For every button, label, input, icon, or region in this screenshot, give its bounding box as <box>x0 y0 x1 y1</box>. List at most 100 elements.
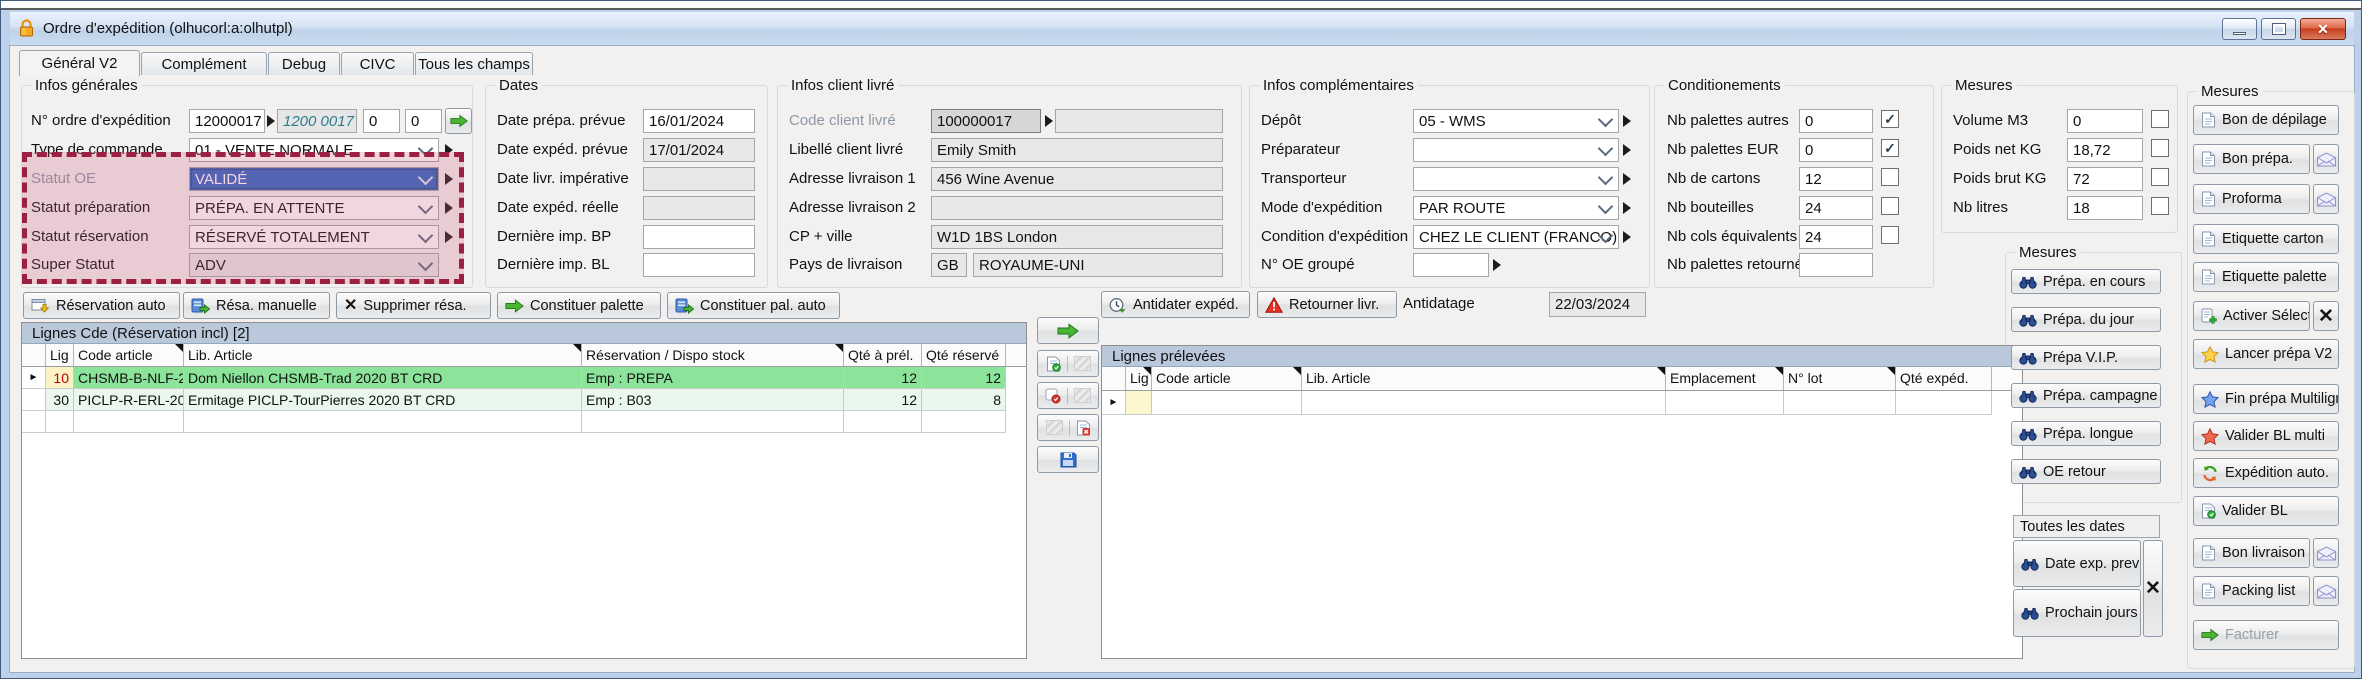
expedition-auto-button[interactable]: Expédition auto. <box>2193 458 2339 488</box>
prepa-en-cours-button[interactable]: Prépa. en cours <box>2011 269 2161 294</box>
prepa-longue-button[interactable]: Prépa. longue <box>2011 421 2161 446</box>
col-emplacement[interactable]: Emplacement <box>1666 367 1784 390</box>
minimize-button[interactable] <box>2222 18 2257 40</box>
statut-oe-combo[interactable]: VALIDÉ <box>189 167 439 191</box>
poids-brut-input[interactable]: 72 <box>2067 167 2143 191</box>
col-code-article[interactable]: Code article <box>1152 367 1302 390</box>
statut-reservation-combo[interactable]: RÉSERVÉ TOTALEMENT <box>189 225 439 249</box>
nb-cols-equivalents-checkbox[interactable] <box>1881 226 1899 244</box>
condition-expedition-combo[interactable]: CHEZ LE CLIENT (FRANCO) T <box>1413 225 1619 249</box>
col-qte-reserve[interactable]: Qté réservé <box>922 344 1006 366</box>
col-qte-exped[interactable]: Qté expéd. <box>1896 367 1992 390</box>
nav-arrow-icon[interactable] <box>267 115 275 127</box>
order-number-input[interactable]: 12000017 <box>189 109 265 133</box>
nb-cartons-input[interactable]: 12 <box>1799 167 1873 191</box>
nav-arrow-icon[interactable] <box>445 202 453 214</box>
mail-packing-list-button[interactable] <box>2313 576 2339 606</box>
nb-palettes-eur-checkbox[interactable] <box>1881 139 1899 157</box>
tab-complement[interactable]: Complément <box>141 52 267 75</box>
prochain-jours-button[interactable]: Prochain jours <box>2013 589 2141 637</box>
poids-brut-checkbox[interactable] <box>2151 168 2169 186</box>
valider-bl-multi-button[interactable]: Valider BL multi <box>2193 421 2339 451</box>
derniere-imp-bl-input[interactable] <box>643 253 755 277</box>
oe-retour-button[interactable]: OE retour <box>2011 459 2161 484</box>
col-lib-article[interactable]: Lib. Article <box>1302 367 1666 390</box>
nav-arrow-icon[interactable] <box>1623 231 1631 243</box>
packing-list-button[interactable]: Packing list <box>2193 576 2310 606</box>
check-line-button[interactable] <box>1037 382 1099 409</box>
nb-cols-equivalents-input[interactable]: 24 <box>1799 225 1873 249</box>
prepa-vip-button[interactable]: Prépa V.I.P. <box>2011 345 2161 370</box>
nav-arrow-icon[interactable] <box>445 173 453 185</box>
preparateur-combo[interactable] <box>1413 138 1619 162</box>
mail-proforma-button[interactable] <box>2313 184 2339 214</box>
mail-bon-prepa-button[interactable] <box>2313 144 2339 174</box>
etiquette-palette-button[interactable]: Etiquette palette <box>2193 262 2339 292</box>
nb-cartons-checkbox[interactable] <box>1881 168 1899 186</box>
activer-select-button[interactable]: Activer Sélect. <box>2193 301 2310 331</box>
nav-arrow-icon[interactable] <box>1623 144 1631 156</box>
col-no-lot[interactable]: N° lot <box>1784 367 1896 390</box>
nav-arrow-icon[interactable] <box>1623 173 1631 185</box>
volume-m3-checkbox[interactable] <box>2151 110 2169 128</box>
nb-palettes-autres-checkbox[interactable] <box>1881 110 1899 128</box>
volume-m3-input[interactable]: 0 <box>2067 109 2143 133</box>
poids-net-checkbox[interactable] <box>2151 139 2169 157</box>
nav-arrow-icon[interactable] <box>1045 115 1053 127</box>
transporteur-combo[interactable] <box>1413 167 1619 191</box>
order-extra2-input[interactable]: 0 <box>405 109 442 133</box>
etiquette-carton-button[interactable]: Etiquette carton <box>2193 224 2339 254</box>
prepa-du-jour-button[interactable]: Prépa. du jour <box>2011 307 2161 332</box>
proforma-button[interactable]: Proforma <box>2193 184 2310 214</box>
table-row[interactable] <box>1102 391 2022 415</box>
nb-palettes-retournees-input[interactable] <box>1799 253 1873 277</box>
supprimer-resa-button[interactable]: Supprimer résa. <box>336 292 491 319</box>
close-button[interactable] <box>2300 18 2346 40</box>
statut-preparation-combo[interactable]: PRÉPA. EN ATTENTE <box>189 196 439 220</box>
nav-arrow-icon[interactable] <box>1623 202 1631 214</box>
close-dates-filter-button[interactable] <box>2143 540 2163 637</box>
nb-palettes-autres-input[interactable]: 0 <box>1799 109 1873 133</box>
bon-livraison-button[interactable]: Bon livraison <box>2193 538 2310 568</box>
constituer-palette-button[interactable]: Constituer palette <box>497 292 661 319</box>
date-prepa-prevue-input[interactable]: 16/01/2024 <box>643 109 755 133</box>
antidater-exped-button[interactable]: Antidater expéd. <box>1101 291 1250 318</box>
col-code-article[interactable]: Code article <box>74 344 184 366</box>
prepa-campagne-button[interactable]: Prépa. campagne <box>2011 383 2161 408</box>
lancer-prepa-v2-button[interactable]: Lancer prépa V2 <box>2193 339 2339 369</box>
constituer-pal-auto-button[interactable]: Constituer pal. auto <box>667 292 840 319</box>
table-row[interactable]: 10 CHSMB-B-NLF-20 Dom Niellon CHSMB-Trad… <box>22 367 1026 389</box>
col-lib-article[interactable]: Lib. Article <box>184 344 582 366</box>
derniere-imp-bp-input[interactable] <box>643 225 755 249</box>
nav-arrow-icon[interactable] <box>1493 259 1501 271</box>
col-qte-prel[interactable]: Qté à prél. <box>844 344 922 366</box>
nb-bouteilles-input[interactable]: 24 <box>1799 196 1873 220</box>
nav-arrow-icon[interactable] <box>445 144 453 156</box>
go-order-button[interactable] <box>445 108 472 134</box>
retourner-livraison-button[interactable]: Retourner livr. <box>1257 291 1397 318</box>
tab-debug[interactable]: Debug <box>268 52 340 75</box>
table-row[interactable]: 30 PICLP-R-ERL-20-E Ermitage PICLP-TourP… <box>22 389 1026 411</box>
fin-prepa-multiligne-button[interactable]: Fin prépa Multiligne <box>2193 384 2339 414</box>
nav-arrow-icon[interactable] <box>1623 115 1631 127</box>
order-type-combo[interactable]: 01 - VENTE NORMALE <box>189 138 439 162</box>
oe-groupe-input[interactable] <box>1413 253 1489 277</box>
mode-expedition-combo[interactable]: PAR ROUTE <box>1413 196 1619 220</box>
depot-combo[interactable]: 05 - WMS <box>1413 109 1619 133</box>
order-extra1-input[interactable]: 0 <box>363 109 400 133</box>
valider-bl-button[interactable]: Valider BL <box>2193 496 2339 526</box>
mail-bon-livraison-button[interactable] <box>2313 538 2339 568</box>
bon-depilage-button[interactable]: Bon de dépilage <box>2193 105 2339 135</box>
tab-civc[interactable]: CIVC <box>341 52 414 75</box>
resa-manuelle-button[interactable]: Résa. manuelle <box>183 292 330 319</box>
bon-prepa-button[interactable]: Bon prépa. <box>2193 144 2310 174</box>
nb-palettes-eur-input[interactable]: 0 <box>1799 138 1873 162</box>
delete-line-button[interactable] <box>1037 414 1099 441</box>
nb-litres-input[interactable]: 18 <box>2067 196 2143 220</box>
nb-bouteilles-checkbox[interactable] <box>1881 197 1899 215</box>
nb-litres-checkbox[interactable] <box>2151 197 2169 215</box>
col-lig[interactable]: Lig <box>1126 367 1152 390</box>
date-exp-prevu-button[interactable]: Date exp. prevu <box>2013 540 2141 587</box>
cancel-select-button[interactable] <box>2313 301 2339 331</box>
nav-arrow-icon[interactable] <box>445 231 453 243</box>
